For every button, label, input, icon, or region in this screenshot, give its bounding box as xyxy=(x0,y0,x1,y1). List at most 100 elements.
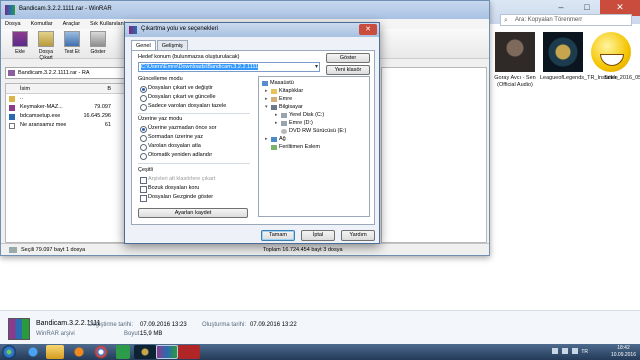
chevron-down-icon[interactable]: ▾ xyxy=(315,63,318,71)
bandicam-taskbar-icon[interactable] xyxy=(178,345,200,359)
radio-freshen-only[interactable]: Sadece varolan dosyaları tazele xyxy=(140,103,226,111)
tree-item-label: Emre xyxy=(279,96,293,102)
expand-icon[interactable]: ▸ xyxy=(265,88,268,95)
details-size-value: 15,9 MB xyxy=(140,331,163,337)
column-size[interactable]: B xyxy=(66,84,111,93)
system-tray-icons xyxy=(552,348,578,354)
volume-icon[interactable] xyxy=(572,348,578,354)
file-size: 61 xyxy=(104,122,111,128)
extract-label: Dosya Çıkart xyxy=(38,49,54,61)
archive-file-icon xyxy=(9,105,15,111)
checkbox-keep-broken-files[interactable]: Bozuk dosyaları koru xyxy=(140,185,199,193)
menu-tools[interactable]: Araçlar xyxy=(63,19,80,29)
radio-extract-update[interactable]: Dosyaları çıkart ve güncelle xyxy=(140,94,216,102)
list-item[interactable]: Ne aransamız mee... 61 xyxy=(6,121,124,130)
view-button[interactable]: Göster xyxy=(87,31,109,58)
expand-icon[interactable]: ▸ xyxy=(275,120,278,127)
tree-item-network[interactable]: ▸ Ağ xyxy=(265,136,286,143)
add-button[interactable]: Ekle xyxy=(9,31,31,58)
flag-icon[interactable] xyxy=(552,348,558,354)
add-label: Ekle xyxy=(15,49,25,55)
radio-skip-existing[interactable]: Varolan dosyaları atla xyxy=(140,143,201,151)
details-created-label: Oluşturma tarihi: xyxy=(202,322,247,328)
file-name: Keymaker-MAZ... xyxy=(20,104,63,110)
tab-advanced[interactable]: Gelişmiş xyxy=(156,40,188,50)
network-tray-icon[interactable] xyxy=(562,348,568,354)
tab-general[interactable]: Genel xyxy=(131,40,156,50)
clock-time: 18:42 xyxy=(617,345,630,351)
list-item[interactable]: bdcamsetup.exe 16.645.296 xyxy=(6,112,124,121)
collapse-icon[interactable]: ▾ xyxy=(265,104,268,111)
file-tile[interactable]: LeagueofLegends_TR_Installer_2016_05_13 xyxy=(540,32,640,82)
list-item[interactable]: Keymaker-MAZ... 79.097 xyxy=(6,103,124,112)
dialog-close-button[interactable]: ✕ xyxy=(359,24,377,35)
start-button-icon[interactable] xyxy=(2,345,16,359)
tree-item-user[interactable]: ▸ Emre xyxy=(265,96,293,103)
tree-item-dvd[interactable]: DVD RW Sürücüsü (E:) xyxy=(281,128,346,135)
menu-file[interactable]: Dosya xyxy=(5,19,21,29)
file-tile[interactable]: Goray Avcı - Sen (Official Audio) xyxy=(492,32,538,89)
radio-overwrite-without-prompt[interactable]: Sormadan üzerine yaz xyxy=(140,134,203,142)
radio-rename-automatically[interactable]: Otomatik yeniden adlandır xyxy=(140,152,212,160)
ok-button[interactable]: Tamam xyxy=(261,230,295,241)
file-tile-label: Goray Avcı - Sen (Official Audio) xyxy=(494,75,536,88)
divider xyxy=(138,113,250,114)
network-icon xyxy=(271,137,277,142)
checkbox-show-in-explorer[interactable]: Dosyaları Gezginde göster xyxy=(140,194,213,202)
tree-item-folder[interactable]: Feriltimen Eslem xyxy=(271,144,320,151)
file-tile[interactable]: Smile xyxy=(588,32,634,82)
show-button[interactable]: Göster xyxy=(326,53,370,63)
camtasia-icon[interactable] xyxy=(116,345,130,359)
media-player-icon[interactable] xyxy=(68,345,90,359)
language-indicator[interactable]: TR xyxy=(581,349,588,355)
column-name[interactable]: İsim xyxy=(6,84,66,93)
tree-item-label: Emre (D:) xyxy=(289,120,313,126)
details-pane: Bandicam.3.2.2.1111 WinRAR arşivi Değişt… xyxy=(0,310,640,344)
league-of-legends-taskbar-icon[interactable] xyxy=(134,345,156,359)
destination-path-input[interactable]: C:\Users\Emre\Downloads\Bandicam.3.2.2.1… xyxy=(138,62,320,72)
winrar-taskbar-icon[interactable] xyxy=(156,345,178,359)
status-selected: Seçili 79.097 bayt 1 dosya xyxy=(8,244,85,256)
folder-tree[interactable]: Masaüstü ▸ Kitaplıklar ▸ Emre ▾ Bilgisay… xyxy=(258,76,370,217)
user-folder-icon xyxy=(271,97,277,102)
tree-item-desktop[interactable]: Masaüstü xyxy=(262,80,294,87)
tree-item-label: Ağ xyxy=(279,136,286,142)
file-size: 79.097 xyxy=(94,104,111,110)
tree-item-label: Kitaplıklar xyxy=(279,88,304,94)
save-settings-button[interactable]: Ayarları kaydet xyxy=(138,208,248,218)
menu-commands[interactable]: Komutlar xyxy=(31,19,53,29)
radio-ask-before-overwrite[interactable]: Üzerine yazmadan önce sor xyxy=(140,125,216,133)
expand-icon[interactable]: ▸ xyxy=(265,96,268,103)
view-icon xyxy=(90,31,106,47)
new-folder-button[interactable]: Yeni klasör xyxy=(326,65,370,75)
archive-file-list: İsim B .. Keymaker-MAZ... 79.097 bdcamse… xyxy=(5,83,125,243)
file-explorer-icon[interactable] xyxy=(46,345,64,359)
divider xyxy=(138,163,250,164)
chrome-icon[interactable] xyxy=(90,345,112,359)
test-button[interactable]: Test Et xyxy=(61,31,83,58)
file-name: .. xyxy=(20,95,24,101)
clock[interactable]: 18:42 10.09.2016 xyxy=(611,345,636,359)
extract-button[interactable]: Dosya Çıkart xyxy=(35,31,57,61)
dvd-icon xyxy=(281,129,287,134)
cancel-button[interactable]: İptal xyxy=(301,230,335,241)
details-created-value: 07.09.2016 13:22 xyxy=(250,322,297,328)
computer-icon xyxy=(271,105,277,110)
expand-icon[interactable]: ▸ xyxy=(265,136,268,143)
list-item[interactable]: .. xyxy=(6,94,124,103)
tree-item-drive-c[interactable]: ▸ Yerel Disk (C:) xyxy=(275,112,324,119)
help-button[interactable]: Yardım xyxy=(341,230,375,241)
tree-item-computer[interactable]: ▾ Bilgisayar xyxy=(265,104,303,111)
explorer-search-input[interactable]: ⌕ Ara: Kopyalan Törenmerr xyxy=(500,14,632,26)
expand-icon[interactable]: ▸ xyxy=(275,112,278,119)
tree-item-libraries[interactable]: ▸ Kitaplıklar xyxy=(265,88,304,95)
dialog-tabs: Genel Gelişmiş xyxy=(131,40,189,50)
internet-explorer-icon[interactable] xyxy=(22,345,44,359)
tree-item-drive-d[interactable]: ▸ Emre (D:) xyxy=(275,120,313,127)
winrar-archive-icon xyxy=(8,318,30,340)
archive-path-bar[interactable]: Bandicam.3.2.2.1111.rar - RA xyxy=(5,67,125,79)
radio-extract-replace[interactable]: Dosyaları çıkart ve değiştir xyxy=(140,85,213,93)
checkbox-extract-to-subfolders[interactable]: Arşivleri alt klasörlere çıkart xyxy=(140,176,215,184)
clock-date: 10.09.2016 xyxy=(610,352,636,358)
status-total: Toplam 16.724.454 bayt 3 dosya xyxy=(263,247,343,253)
